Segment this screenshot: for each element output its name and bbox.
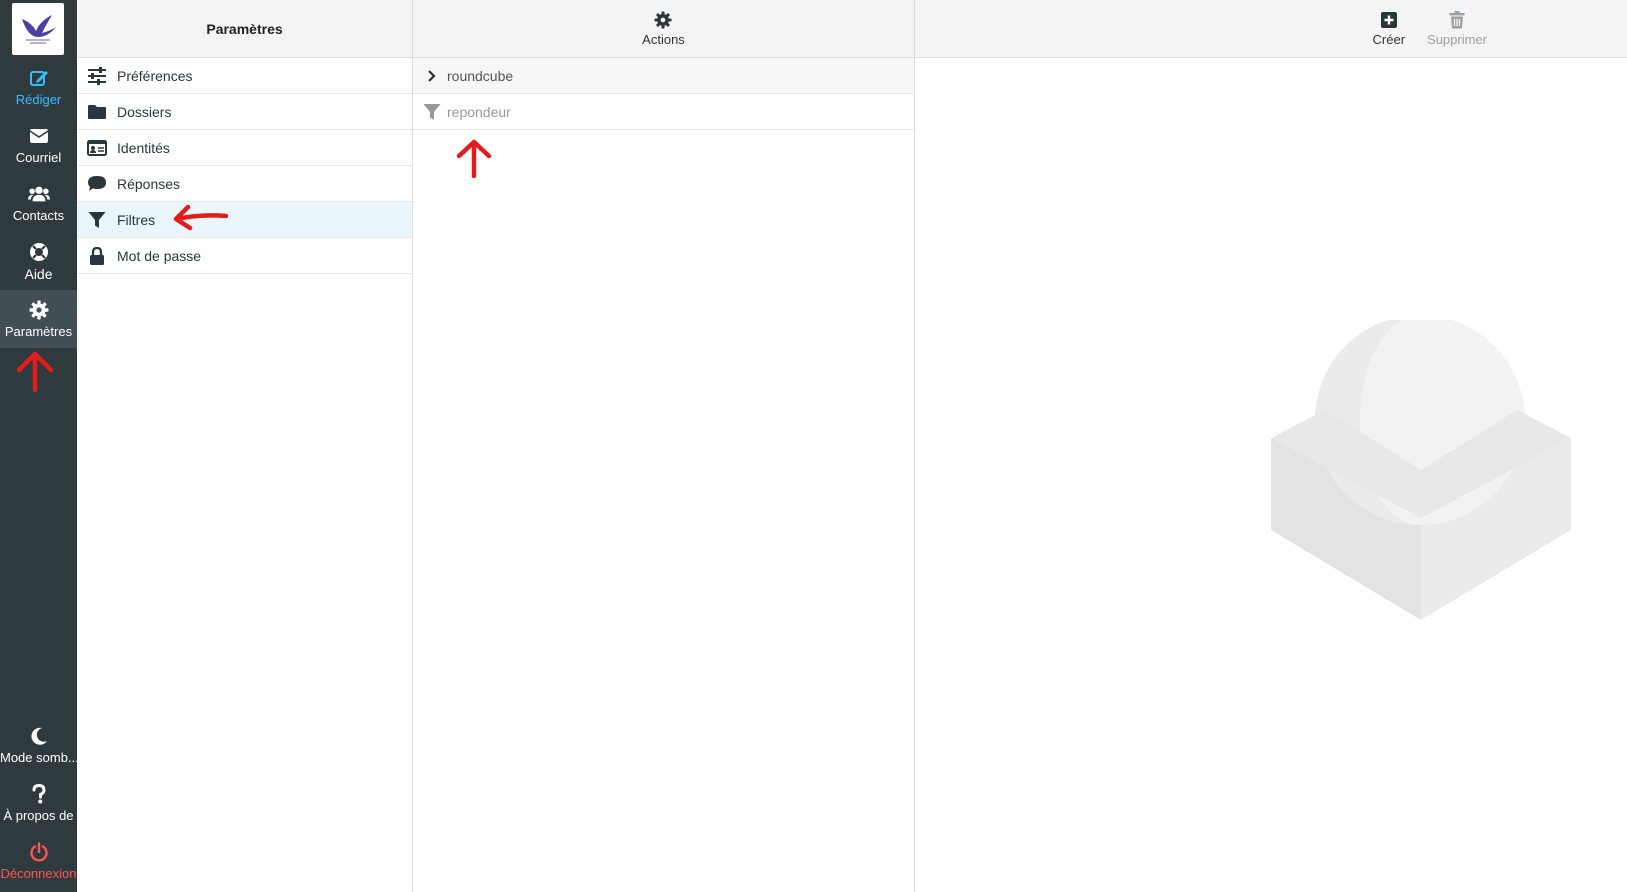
settings-item-preferences[interactable]: Préférences [77,58,412,94]
logo[interactable] [12,3,64,55]
nav-dark-mode-label: Mode somb... [0,750,77,765]
delete-label: Supprimer [1427,32,1487,47]
chevron-right-icon [423,67,441,85]
nav-rail: Rédiger Courriel Contacts Aide Paramètre [0,0,77,892]
nav-contacts[interactable]: Contacts [0,174,77,232]
logo-bird-icon [22,15,56,44]
gear-icon [653,10,673,30]
settings-item-label: Réponses [117,175,181,192]
settings-item-label: Filtres [117,211,156,228]
envelope-icon [28,125,50,147]
create-label: Créer [1372,32,1406,47]
comment-icon [87,174,107,194]
settings-item-folders[interactable]: Dossiers [77,94,412,130]
nav-dark-mode[interactable]: Mode somb... [0,716,77,774]
settings-item-responses[interactable]: Réponses [77,166,412,202]
filter-row[interactable]: repondeur [413,94,914,130]
settings-item-label: Identités [117,139,170,156]
nav-mail-label: Courriel [15,150,62,165]
nav-mail[interactable]: Courriel [0,116,77,174]
edit-icon [28,67,50,89]
nav-compose[interactable]: Rédiger [0,58,77,116]
lifebuoy-icon [28,241,50,263]
users-icon [27,183,50,205]
nav-about[interactable]: À propos de [0,774,77,832]
nav-contacts-label: Contacts [12,208,65,223]
trash-icon [1447,10,1467,30]
lock-icon [87,246,107,266]
filter-icon [423,103,441,121]
power-icon [28,841,50,863]
filter-name: repondeur [447,103,511,120]
gear-icon [28,299,50,321]
filter-set-name: roundcube [447,67,514,84]
content-panel: Créer Supprimer [915,0,1627,892]
nav-logout-label: Déconnexion [0,866,77,881]
nav-compose-label: Rédiger [15,92,62,107]
plus-square-icon [1379,10,1399,30]
watermark-logo-icon [1271,320,1571,620]
settings-panel-title: Paramètres [206,20,283,37]
id-card-icon [87,138,107,158]
filter-set-row[interactable]: roundcube [413,58,914,94]
filters-panel-header: Actions [413,0,914,58]
nav-settings[interactable]: Paramètres [0,290,77,348]
actions-button[interactable]: Actions [642,10,685,47]
settings-sections-panel: Paramètres Préférences Dossiers Identité… [77,0,413,892]
app: Rédiger Courriel Contacts Aide Paramètre [0,0,1627,892]
settings-item-password[interactable]: Mot de passe [77,238,412,274]
question-icon [28,783,50,805]
nav-logout[interactable]: Déconnexion [0,832,77,890]
filter-icon [87,210,107,230]
delete-button[interactable]: Supprimer [1427,10,1487,47]
actions-label: Actions [642,32,685,47]
settings-item-label: Dossiers [117,103,172,120]
nav-settings-label: Paramètres [4,324,73,339]
nav-about-label: À propos de [3,808,74,823]
folder-icon [87,102,107,122]
create-button[interactable]: Créer [1372,10,1406,47]
moon-icon [28,725,50,747]
settings-item-identities[interactable]: Identités [77,130,412,166]
nav-help-label: Aide [24,265,53,282]
sliders-icon [87,66,107,86]
settings-item-label: Préférences [117,67,193,84]
settings-panel-header: Paramètres [77,0,412,58]
content-toolbar: Créer Supprimer [915,0,1627,58]
filters-panel: Actions roundcube repondeur [413,0,915,892]
settings-item-filters[interactable]: Filtres [77,202,412,238]
settings-item-label: Mot de passe [117,247,202,264]
nav-help[interactable]: Aide [0,232,77,290]
